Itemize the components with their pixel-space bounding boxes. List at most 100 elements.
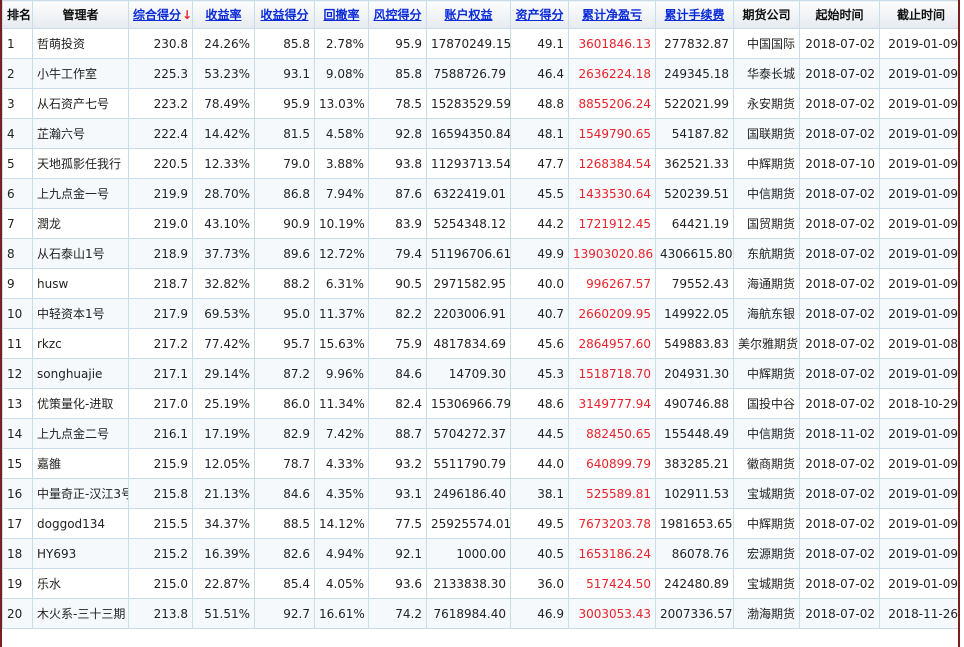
cell-start: 2018-11-02	[799, 418, 880, 449]
cell-asset-score: 46.4	[510, 58, 569, 89]
cell-manager[interactable]: 潤龙	[32, 208, 129, 239]
cell-manager[interactable]: 嘉雒	[32, 448, 129, 479]
cell-broker: 中辉期货	[733, 358, 800, 389]
cell-drawdown: 4.58%	[314, 118, 369, 149]
cell-manager[interactable]: 中轻资本1号	[32, 298, 129, 329]
cell-rank: 17	[2, 508, 33, 539]
cell-fees: 54187.82	[655, 118, 734, 149]
cell-rank: 5	[2, 148, 33, 179]
cell-manager[interactable]: doggod134	[32, 508, 129, 539]
cell-manager[interactable]: 中量奇正-汉江3号	[32, 478, 129, 509]
header-risk-score[interactable]: 风控得分	[368, 0, 427, 29]
cell-start: 2018-07-02	[799, 328, 880, 359]
header-return-score[interactable]: 收益得分	[254, 0, 315, 29]
cell-fees: 249345.18	[655, 58, 734, 89]
cell-manager[interactable]: 优策量化-进取	[32, 388, 129, 419]
cell-composite: 222.4	[128, 118, 193, 149]
cell-broker: 中辉期货	[733, 148, 800, 179]
cell-return-score: 93.1	[254, 58, 315, 89]
sort-asset-score-link[interactable]: 资产得分	[515, 8, 563, 22]
table-row: 17 doggod134 215.5 34.37% 88.5 14.12% 77.5 2592…	[2, 508, 958, 539]
table-row: 14 上九点金二号 216.1 17.19% 82.9 7.42% 88.7 5704272.…	[2, 418, 958, 449]
cell-end: 2019-01-09	[879, 208, 958, 239]
cell-start: 2018-07-02	[799, 358, 880, 389]
cell-equity: 14709.30	[426, 358, 511, 389]
cell-rank: 18	[2, 538, 33, 569]
sort-net-pnl-link[interactable]: 累计净盈亏	[582, 8, 642, 22]
header-fees[interactable]: 累计手续费	[655, 0, 734, 29]
header-rank: 排名	[2, 0, 33, 29]
cell-risk-score: 77.5	[368, 508, 427, 539]
cell-risk-score: 90.5	[368, 268, 427, 299]
cell-asset-score: 48.6	[510, 388, 569, 419]
cell-end: 2019-01-09	[879, 178, 958, 209]
cell-return-score: 86.8	[254, 178, 315, 209]
cell-drawdown: 13.03%	[314, 88, 369, 119]
header-asset-score[interactable]: 资产得分	[510, 0, 569, 29]
cell-start: 2018-07-02	[799, 58, 880, 89]
sort-risk-score-link[interactable]: 风控得分	[373, 8, 421, 22]
cell-rank: 2	[2, 58, 33, 89]
cell-rank: 20	[2, 598, 33, 629]
cell-return-rate: 69.53%	[192, 298, 255, 329]
cell-start: 2018-07-02	[799, 538, 880, 569]
cell-manager[interactable]: 上九点金二号	[32, 418, 129, 449]
header-composite-score[interactable]: 综合得分↓	[128, 0, 193, 29]
cell-manager[interactable]: 从石资产七号	[32, 88, 129, 119]
sort-fees-link[interactable]: 累计手续费	[664, 8, 724, 22]
cell-net-pnl: 3601846.13	[568, 28, 656, 59]
cell-composite: 213.8	[128, 598, 193, 629]
cell-manager[interactable]: husw	[32, 268, 129, 299]
sort-drawdown-link[interactable]: 回撤率	[323, 8, 359, 22]
cell-manager[interactable]: 芷瀚六号	[32, 118, 129, 149]
cell-risk-score: 95.9	[368, 28, 427, 59]
cell-manager[interactable]: 乐水	[32, 568, 129, 599]
cell-start: 2018-07-10	[799, 148, 880, 179]
cell-broker: 美尔雅期货	[733, 328, 800, 359]
header-net-pnl[interactable]: 累计净盈亏	[568, 0, 656, 29]
cell-drawdown: 4.35%	[314, 478, 369, 509]
cell-manager[interactable]: 木火系-三十三期	[32, 598, 129, 629]
cell-broker: 中国国际	[733, 28, 800, 59]
cell-rank: 14	[2, 418, 33, 449]
cell-start: 2018-07-02	[799, 118, 880, 149]
cell-net-pnl: 13903020.86	[568, 238, 656, 269]
cell-rank: 13	[2, 388, 33, 419]
cell-drawdown: 4.94%	[314, 538, 369, 569]
cell-equity: 17870249.15	[426, 28, 511, 59]
cell-equity: 7588726.79	[426, 58, 511, 89]
header-equity[interactable]: 账户权益	[426, 0, 511, 29]
cell-manager[interactable]: 小牛工作室	[32, 58, 129, 89]
cell-manager[interactable]: 上九点金一号	[32, 178, 129, 209]
sort-composite-link[interactable]: 综合得分	[133, 8, 181, 22]
cell-equity: 2971582.95	[426, 268, 511, 299]
cell-manager[interactable]: 哲萌投资	[32, 28, 129, 59]
cell-end: 2019-01-09	[879, 268, 958, 299]
table-row: 8 从石泰山1号 218.9 37.73% 89.6 12.72% 79.4 51196706…	[2, 238, 958, 269]
cell-end: 2019-01-08	[879, 328, 958, 359]
sort-return-score-link[interactable]: 收益得分	[260, 8, 308, 22]
header-return-rate[interactable]: 收益率	[192, 0, 255, 29]
cell-return-rate: 21.13%	[192, 478, 255, 509]
cell-drawdown: 3.88%	[314, 148, 369, 179]
cell-return-score: 82.6	[254, 538, 315, 569]
cell-end: 2019-01-09	[879, 148, 958, 179]
header-drawdown[interactable]: 回撤率	[314, 0, 369, 29]
table-row: 6 上九点金一号 219.9 28.70% 86.8 7.94% 87.6 6322419.0…	[2, 178, 958, 209]
cell-manager[interactable]: 天地孤影任我行	[32, 148, 129, 179]
cell-risk-score: 74.2	[368, 598, 427, 629]
cell-manager[interactable]: 从石泰山1号	[32, 238, 129, 269]
cell-equity: 11293713.54	[426, 148, 511, 179]
sort-equity-link[interactable]: 账户权益	[444, 8, 492, 22]
table-row: 2 小牛工作室 225.3 53.23% 93.1 9.08% 85.8 7588726.79…	[2, 58, 958, 89]
cell-rank: 8	[2, 238, 33, 269]
cell-drawdown: 12.72%	[314, 238, 369, 269]
cell-manager[interactable]: HY693	[32, 538, 129, 569]
cell-net-pnl: 1518718.70	[568, 358, 656, 389]
cell-rank: 7	[2, 208, 33, 239]
header-start: 起始时间	[799, 0, 880, 29]
sort-return-rate-link[interactable]: 收益率	[205, 8, 241, 22]
cell-composite: 216.1	[128, 418, 193, 449]
cell-manager[interactable]: songhuajie	[32, 358, 129, 389]
cell-manager[interactable]: rkzc	[32, 328, 129, 359]
